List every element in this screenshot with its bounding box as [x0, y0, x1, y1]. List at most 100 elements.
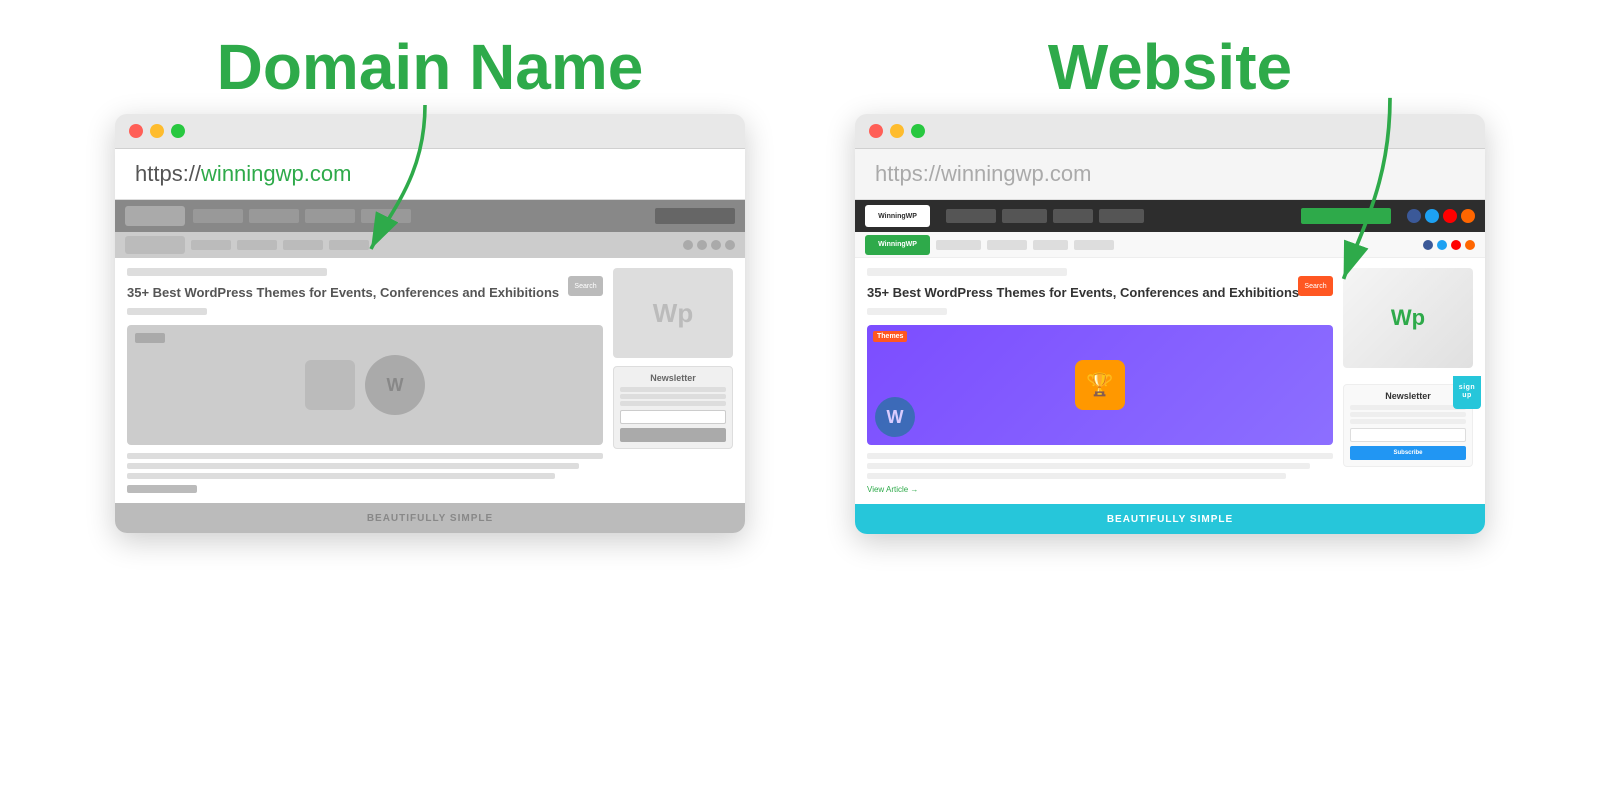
- traffic-light-yellow-left: [150, 124, 164, 138]
- domain-newsletter-text-1: [620, 387, 726, 392]
- domain-name-section: Domain Name https://winningwp.com: [90, 30, 770, 533]
- website-social-fb: [1407, 209, 1421, 223]
- domain-newsletter-input: [620, 410, 726, 424]
- domain-headline-wrapper: 35+ Best WordPress Themes for Events, Co…: [127, 284, 603, 302]
- domain-preview-content: 35+ Best WordPress Themes for Events, Co…: [115, 258, 745, 503]
- website-sub-social-2: [1437, 240, 1447, 250]
- traffic-light-red-left: [129, 124, 143, 138]
- domain-preview-main: 35+ Best WordPress Themes for Events, Co…: [127, 268, 603, 493]
- website-sub-social: [1423, 240, 1475, 250]
- domain-text-line-1: [127, 453, 603, 459]
- domain-preview-nav: [115, 200, 745, 232]
- website-address-bar: https://winningwp.com: [855, 149, 1485, 200]
- website-headline: 35+ Best WordPress Themes for Events, Co…: [867, 284, 1333, 302]
- website-sidebar-logo: Wp: [1343, 268, 1473, 368]
- domain-sub-item-1: [191, 240, 231, 250]
- website-author: [867, 308, 947, 315]
- website-themes-label: Themes: [873, 331, 907, 342]
- domain-nav-item-2: [249, 209, 299, 223]
- url-prefix-right: https://: [875, 161, 941, 186]
- traffic-light-green-left: [171, 124, 185, 138]
- domain-preview-date: [127, 268, 327, 276]
- domain-text-line-2: [127, 463, 579, 469]
- url-domain-left: winningwp.com: [201, 161, 351, 186]
- domain-preview-image-wrapper: W: [127, 325, 603, 445]
- domain-nav-right: [655, 208, 735, 224]
- website-browser-titlebar: [855, 114, 1485, 149]
- url-prefix-left: https://: [135, 161, 201, 186]
- domain-text-line-3: [127, 473, 555, 479]
- website-social-yt: [1443, 209, 1457, 223]
- domain-sub-item-2: [237, 240, 277, 250]
- website-subscribe-label: Subscribe: [1393, 450, 1422, 456]
- website-preview-image: Themes W 🏆: [867, 325, 1333, 445]
- domain-social-1: [683, 240, 693, 250]
- domain-newsletter-text-2: [620, 394, 726, 399]
- website-nav-logo: WinningWP: [865, 205, 930, 227]
- domain-nav-item-4: [361, 209, 411, 223]
- domain-preview-headline: 35+ Best WordPress Themes for Events, Co…: [127, 284, 603, 302]
- website-browser-mockup: https://winningwp.com WinningWP: [855, 114, 1485, 534]
- website-newsletter-text-2: [1350, 412, 1466, 417]
- website-nav-item-2: [1002, 209, 1047, 223]
- website-view-article: View Article →: [867, 485, 1333, 494]
- website-nav-items: [946, 209, 1293, 223]
- domain-newsletter-btn: [620, 428, 726, 442]
- url-domain-right: winningwp.com: [941, 161, 1091, 186]
- website-sidebar-text: Wp: [1391, 305, 1425, 331]
- domain-sub-nav-logo: [125, 236, 185, 254]
- website-newsletter-title: Newsletter: [1350, 391, 1466, 401]
- website-sub-social-1: [1423, 240, 1433, 250]
- traffic-light-yellow-right: [890, 124, 904, 138]
- domain-newsletter-text-3: [620, 401, 726, 406]
- domain-social-4: [725, 240, 735, 250]
- domain-address-bar: https://winningwp.com: [115, 149, 745, 200]
- domain-website-preview: 35+ Best WordPress Themes for Events, Co…: [115, 200, 745, 533]
- website-sub-social-4: [1465, 240, 1475, 250]
- website-sub-item-4: [1074, 240, 1114, 250]
- domain-sub-nav: [115, 232, 745, 258]
- traffic-light-green-right: [911, 124, 925, 138]
- website-text-line-1: [867, 453, 1333, 459]
- website-nav-item-3: [1053, 209, 1093, 223]
- website-preview-nav: WinningWP: [855, 200, 1485, 232]
- domain-sidebar-logo: Wp: [613, 268, 733, 358]
- website-search-btn: Search: [1298, 276, 1333, 296]
- domain-newsletter: Newsletter: [613, 366, 733, 449]
- domain-newsletter-title: Newsletter: [620, 373, 726, 383]
- domain-preview-image: W: [127, 325, 603, 445]
- domain-nav-item-1: [193, 209, 243, 223]
- domain-footer-text: BEAUTIFULLY SIMPLE: [367, 513, 493, 524]
- website-newsletter-input: [1350, 428, 1466, 442]
- website-signup-banner: sign up: [1453, 376, 1481, 409]
- website-main: 35+ Best WordPress Themes for Events, Co…: [867, 268, 1333, 494]
- domain-search-btn: Search: [568, 276, 603, 296]
- domain-themes-label: [135, 333, 165, 343]
- domain-sub-social: [683, 240, 735, 250]
- website-newsletter-btn: Subscribe: [1350, 446, 1466, 460]
- website-preview-main-content: 35+ Best WordPress Themes for Events, Co…: [855, 258, 1485, 504]
- traffic-light-red-right: [869, 124, 883, 138]
- website-preview-footer: BEAUTIFULLY SIMPLE: [855, 504, 1485, 534]
- website-nav-item-4: [1099, 209, 1144, 223]
- domain-preview-footer: BEAUTIFULLY SIMPLE: [115, 503, 745, 533]
- main-container: Domain Name https://winningwp.com: [0, 0, 1600, 798]
- website-footer-text: BEAUTIFULLY SIMPLE: [1107, 514, 1233, 525]
- domain-preview-icon-2: W: [365, 355, 425, 415]
- website-newsletter-text-1: [1350, 405, 1466, 410]
- website-social-icons: [1407, 209, 1475, 223]
- website-nav-cta: [1301, 208, 1391, 224]
- website-newsletter-text-3: [1350, 419, 1466, 424]
- domain-nav-items: [193, 209, 647, 223]
- website-trophy-icon: 🏆: [1075, 360, 1125, 410]
- domain-preview-link: [127, 485, 197, 493]
- domain-sidebar-wp: Wp: [653, 298, 693, 329]
- domain-preview-text-lines: [127, 453, 603, 479]
- website-nav-item-1: [946, 209, 996, 223]
- website-social-rss: [1461, 209, 1475, 223]
- website-sub-social-3: [1451, 240, 1461, 250]
- domain-preview-sidebar: Wp Newsletter: [613, 268, 733, 493]
- website-social-tw: [1425, 209, 1439, 223]
- domain-preview-author: [127, 308, 207, 315]
- domain-wp-letter: W: [387, 375, 404, 396]
